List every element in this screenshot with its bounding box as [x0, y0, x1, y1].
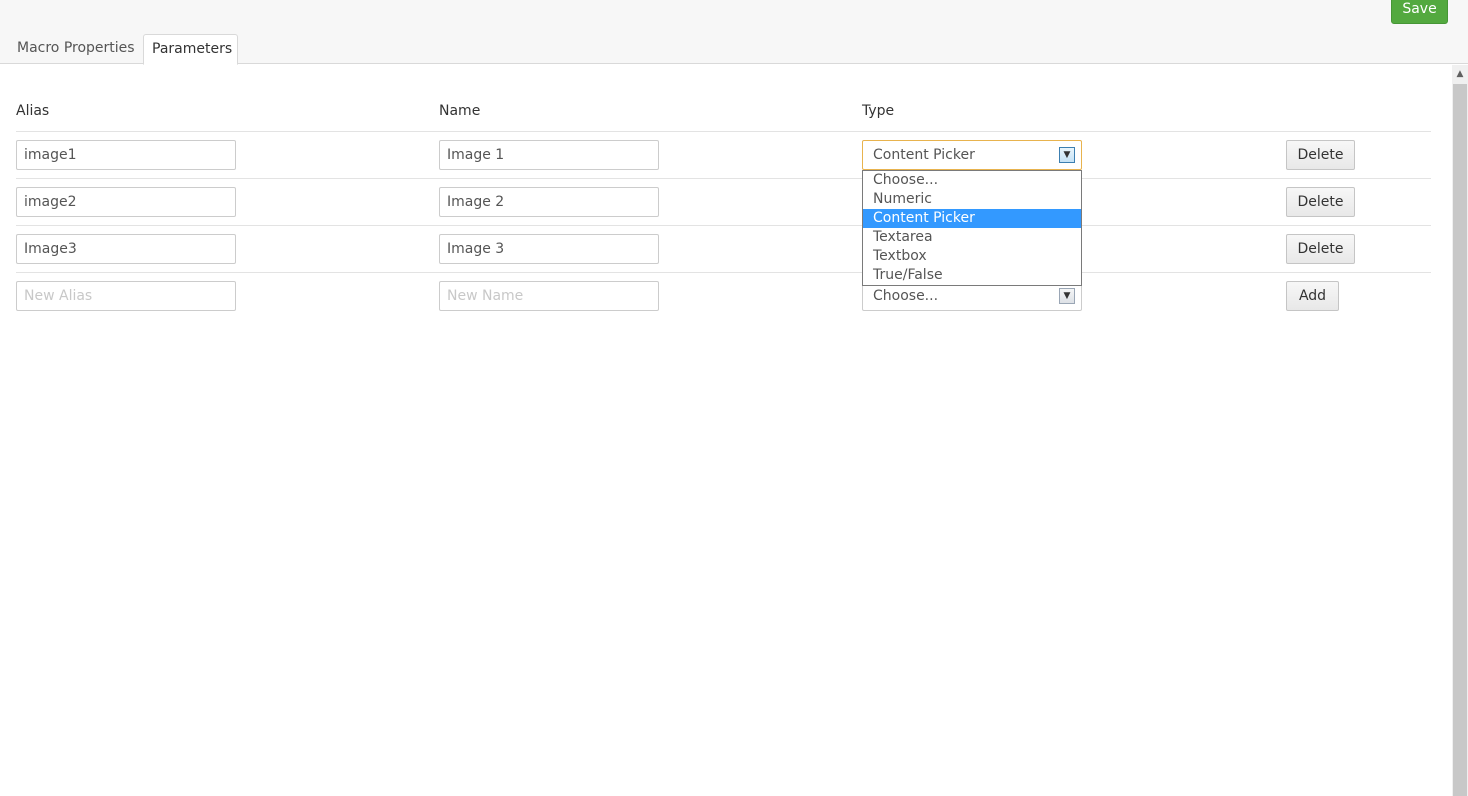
- delete-button[interactable]: Delete: [1286, 234, 1355, 264]
- type-option-selected[interactable]: Content Picker: [863, 209, 1081, 228]
- column-header-type: Type: [862, 103, 895, 119]
- type-option[interactable]: Choose...: [863, 171, 1081, 190]
- new-name-input[interactable]: [439, 281, 659, 311]
- type-option[interactable]: Textbox: [863, 247, 1081, 266]
- new-alias-input[interactable]: [16, 281, 236, 311]
- type-option[interactable]: Textarea: [863, 228, 1081, 247]
- type-select[interactable]: Content Picker ▼: [862, 140, 1082, 170]
- editor-header: Save Macro Properties Parameters: [0, 0, 1468, 65]
- divider: [16, 225, 1431, 226]
- name-input[interactable]: [439, 140, 659, 170]
- alias-input[interactable]: [16, 187, 236, 217]
- divider: [16, 178, 1431, 179]
- parameters-panel: Alias Name Type Content Picker ▼ Delete …: [0, 65, 1452, 796]
- name-input[interactable]: [439, 187, 659, 217]
- vertical-scrollbar[interactable]: ▲: [1452, 65, 1468, 796]
- add-button[interactable]: Add: [1286, 281, 1339, 311]
- tab-macro-properties[interactable]: Macro Properties: [9, 34, 143, 64]
- chevron-down-icon[interactable]: ▼: [1059, 147, 1075, 163]
- delete-button[interactable]: Delete: [1286, 140, 1355, 170]
- scrollbar-thumb[interactable]: [1453, 84, 1467, 796]
- type-option[interactable]: Numeric: [863, 190, 1081, 209]
- new-type-select-value: Choose...: [873, 288, 939, 304]
- type-option[interactable]: True/False: [863, 266, 1081, 285]
- type-select-value: Content Picker: [873, 147, 975, 163]
- alias-input[interactable]: [16, 234, 236, 264]
- tab-parameters[interactable]: Parameters: [143, 34, 238, 65]
- save-button[interactable]: Save: [1391, 0, 1448, 24]
- chevron-up-icon[interactable]: ▲: [1452, 65, 1468, 83]
- name-input[interactable]: [439, 234, 659, 264]
- divider: [16, 272, 1431, 273]
- delete-button[interactable]: Delete: [1286, 187, 1355, 217]
- column-header-name: Name: [439, 103, 481, 119]
- type-dropdown-list: Choose... Numeric Content Picker Textare…: [862, 170, 1082, 286]
- column-header-alias: Alias: [16, 103, 50, 119]
- divider: [16, 131, 1431, 132]
- chevron-down-icon[interactable]: ▼: [1059, 288, 1075, 304]
- alias-input[interactable]: [16, 140, 236, 170]
